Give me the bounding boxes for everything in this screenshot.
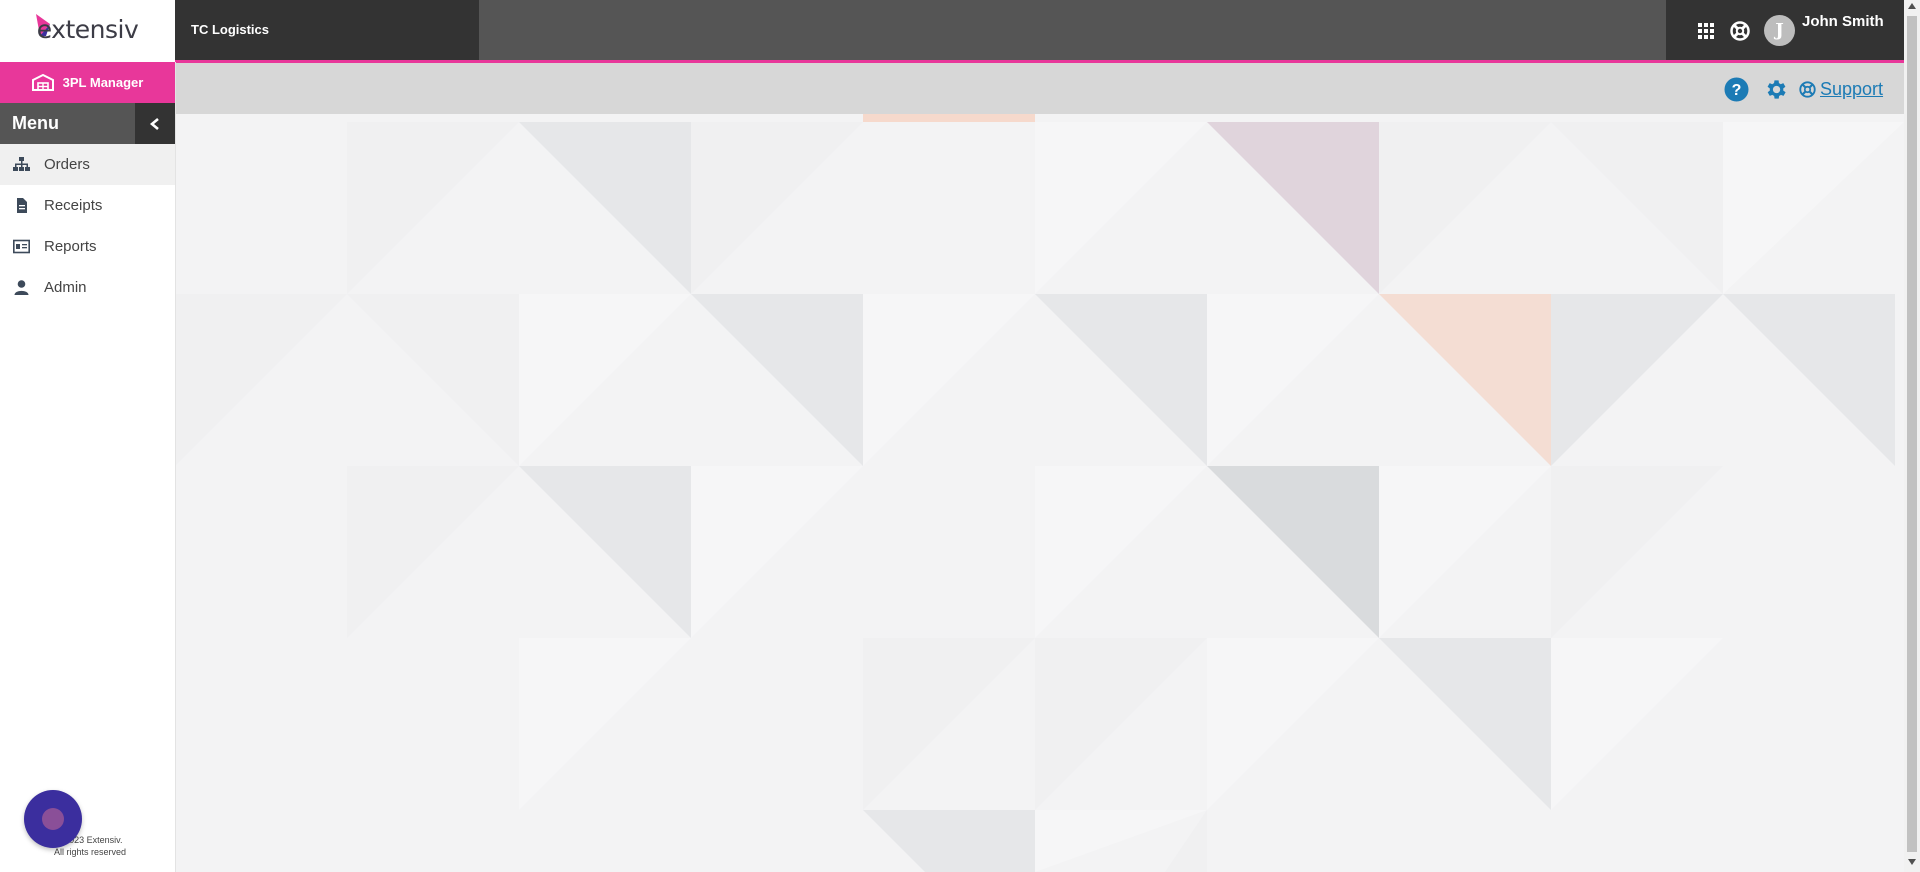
page-scrollbar[interactable] bbox=[1904, 0, 1920, 872]
sidebar-item-label: Admin bbox=[44, 279, 87, 296]
gear-icon[interactable] bbox=[1763, 77, 1788, 102]
sidebar-item-orders[interactable]: Orders bbox=[0, 144, 175, 185]
avatar[interactable]: J bbox=[1764, 15, 1795, 46]
logo-text: extensiv bbox=[36, 14, 139, 44]
sidebar-item-reports[interactable]: Reports bbox=[0, 226, 175, 267]
avatar-initial: J bbox=[1775, 20, 1784, 41]
product-switcher[interactable]: 3PL Manager bbox=[0, 62, 175, 103]
chat-launcher-button[interactable] bbox=[24, 790, 82, 848]
sidebar: 3PL Manager Menu Orders Receipts Reports… bbox=[0, 62, 176, 872]
collapse-menu-button[interactable] bbox=[135, 103, 175, 144]
scroll-thumb[interactable] bbox=[1907, 16, 1917, 852]
sub-header-bar bbox=[175, 63, 1904, 114]
background-triangle-pattern bbox=[175, 114, 1904, 872]
support-lifebuoy-icon[interactable] bbox=[1799, 81, 1816, 98]
apps-grid-icon[interactable] bbox=[1696, 21, 1716, 41]
menu-title: Menu bbox=[12, 113, 59, 133]
id-card-icon bbox=[13, 239, 30, 254]
file-icon bbox=[17, 198, 27, 213]
scroll-up-arrow-icon[interactable] bbox=[1908, 3, 1916, 9]
support-link[interactable]: Support bbox=[1820, 79, 1883, 100]
company-name: TC Logistics bbox=[191, 22, 270, 37]
sidebar-item-label: Reports bbox=[44, 238, 97, 255]
sidebar-item-receipts[interactable]: Receipts bbox=[0, 185, 175, 226]
chat-icon bbox=[42, 808, 64, 830]
sidebar-item-admin[interactable]: Admin bbox=[0, 267, 175, 308]
chevron-left-icon bbox=[149, 117, 159, 130]
scroll-down-arrow-icon[interactable] bbox=[1908, 859, 1916, 865]
extensiv-logo[interactable]: extensiv bbox=[0, 0, 175, 62]
sidebar-item-label: Receipts bbox=[44, 197, 103, 214]
sidebar-item-label: Orders bbox=[44, 156, 90, 173]
help-icon[interactable]: ? bbox=[1724, 77, 1749, 102]
lifebuoy-icon[interactable] bbox=[1730, 21, 1750, 41]
user-icon bbox=[14, 280, 29, 295]
menu-header: Menu bbox=[0, 103, 175, 144]
warehouse-icon bbox=[31, 74, 54, 91]
sitemap-icon bbox=[13, 157, 30, 171]
header-company-area: TC Logistics bbox=[175, 0, 479, 60]
svg-text:?: ? bbox=[1732, 82, 1742, 99]
user-name[interactable]: John Smith bbox=[1802, 13, 1884, 30]
product-label: 3PL Manager bbox=[62, 75, 144, 90]
header-center bbox=[479, 0, 1666, 60]
